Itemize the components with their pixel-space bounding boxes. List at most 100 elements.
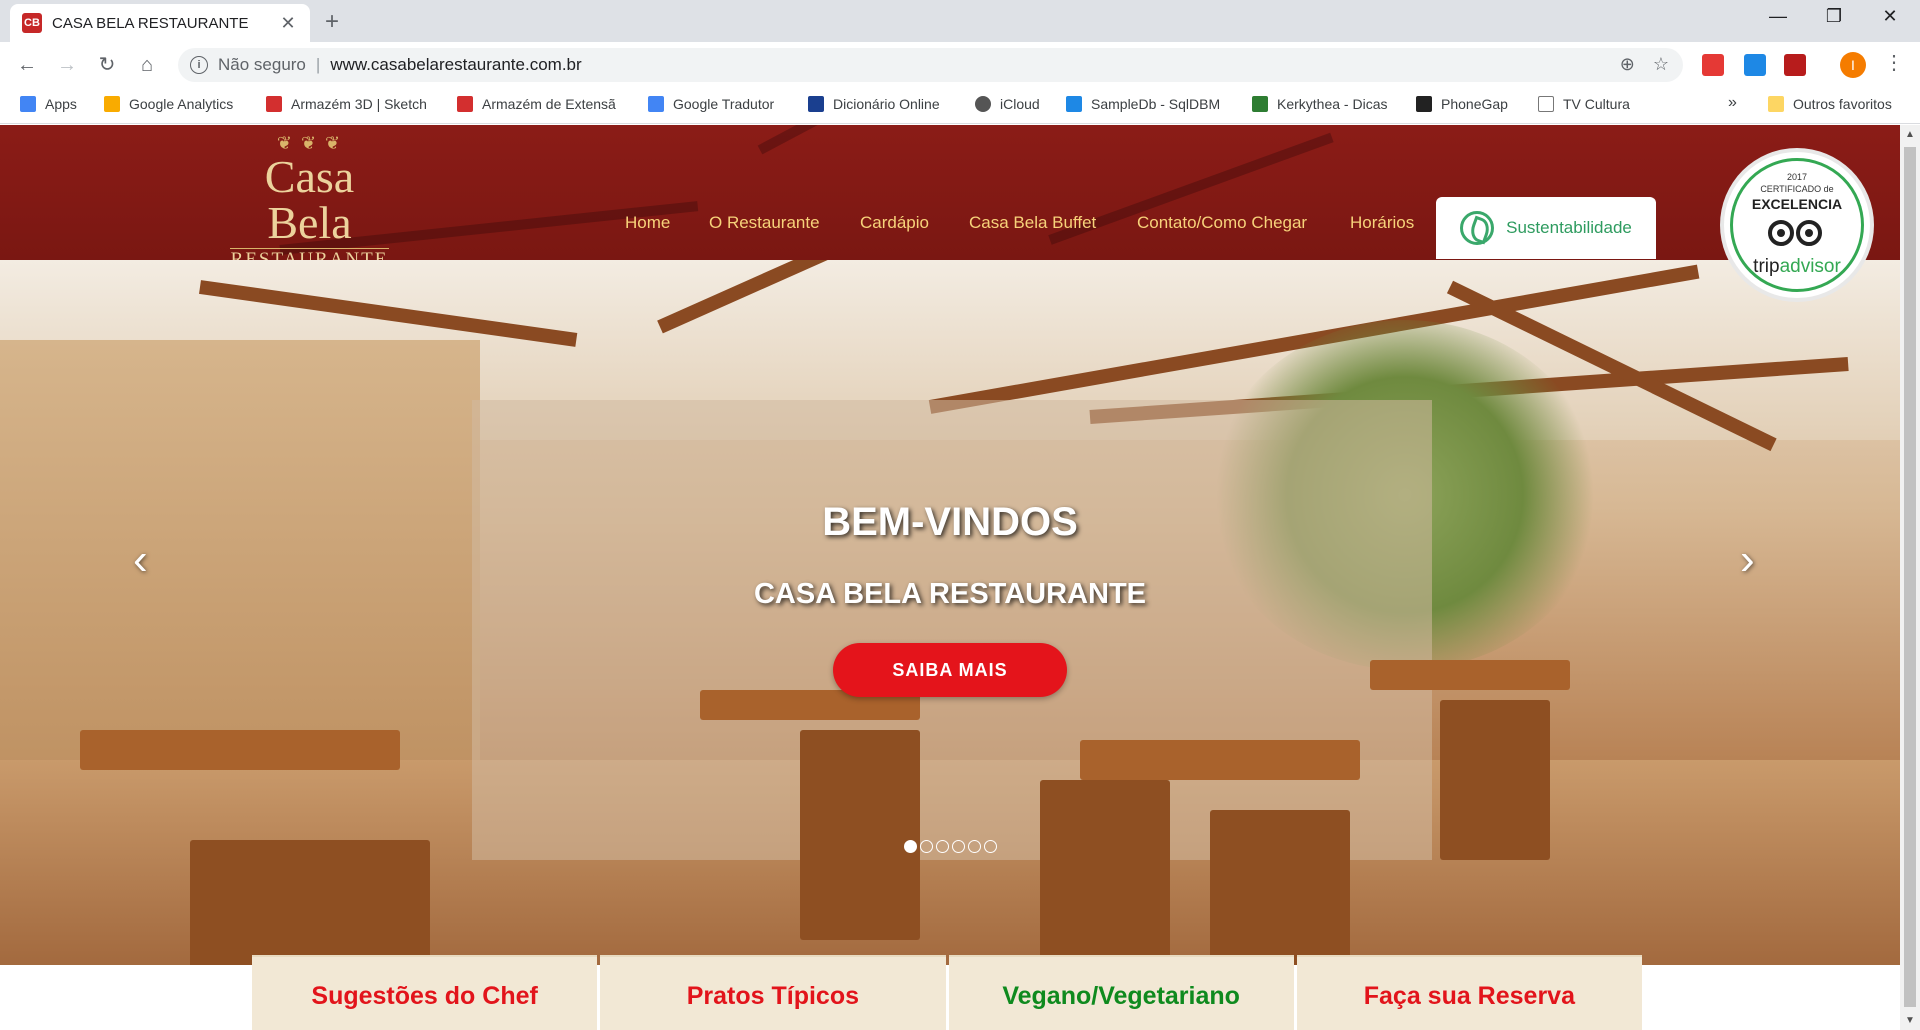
site-favicon-icon: CB — [22, 13, 42, 33]
bookmark-tv-cultura[interactable]: TV Cultura — [1538, 96, 1630, 112]
nav-contato-como-chegar[interactable]: Contato/Como Chegar — [1137, 213, 1307, 233]
bookmark-label: PhoneGap — [1441, 96, 1508, 112]
info-icon[interactable]: i — [190, 56, 208, 74]
translate-icon[interactable]: ⊕ — [1620, 54, 1635, 75]
address-separator: | — [315, 55, 321, 74]
page-icon — [1538, 96, 1554, 112]
bookmark-armazem-extensoes[interactable]: Armazém de Extensã — [457, 96, 616, 112]
bookmark-dicionario[interactable]: Dicionário Online — [808, 96, 940, 112]
extension-lastpass-icon[interactable] — [1702, 54, 1724, 76]
new-tab-button[interactable]: + — [325, 8, 339, 36]
bookmark-label: Armazém 3D | Sketch — [291, 96, 427, 112]
carousel-dot[interactable] — [952, 840, 965, 853]
bookmark-label: Google Tradutor — [673, 96, 775, 112]
nav-sustentabilidade[interactable]: Sustentabilidade — [1436, 197, 1656, 259]
category-sugestoes-do-chef[interactable]: Sugestões do Chef — [252, 955, 598, 1030]
extension-download-icon[interactable] — [1744, 54, 1766, 76]
hero-subtitle: CASA BELA RESTAURANTE — [753, 578, 1147, 610]
close-tab-icon[interactable]: ✕ — [278, 13, 298, 34]
bookmark-label: SampleDb - SqlDBM — [1091, 96, 1221, 112]
apple-icon — [975, 96, 991, 112]
saiba-mais-button[interactable]: SAIBA MAIS — [833, 643, 1067, 697]
bookmark-sampledb[interactable]: SampleDb - SqlDBM — [1066, 96, 1220, 112]
other-bookmarks[interactable]: Outros favoritos — [1768, 96, 1892, 112]
home-icon[interactable]: ⌂ — [134, 52, 160, 78]
carousel-dot[interactable] — [968, 840, 981, 853]
hero-table — [1080, 740, 1360, 780]
carousel-dot[interactable] — [904, 840, 917, 853]
carousel-dot[interactable] — [936, 840, 949, 853]
extension-pdf-icon[interactable] — [1784, 54, 1806, 76]
badge-brand-prefix: trip — [1753, 256, 1780, 277]
bookmark-star-icon[interactable]: ☆ — [1653, 54, 1669, 75]
category-faca-sua-reserva[interactable]: Faça sua Reserva — [1296, 955, 1642, 1030]
bookmark-label: Dicionário Online — [833, 96, 940, 112]
browser-menu-icon[interactable]: ⋮ — [1884, 50, 1904, 75]
logo-main-text: Casa Bela — [264, 151, 355, 248]
sketchup-icon — [457, 96, 473, 112]
phonegap-icon — [1416, 96, 1432, 112]
nav-o-restaurante[interactable]: O Restaurante — [709, 213, 820, 233]
apps-grid-icon — [20, 96, 36, 112]
hero-glass-panel — [472, 400, 1432, 860]
header-decor-beam — [757, 125, 1010, 155]
carousel-next-icon[interactable]: › — [1740, 535, 1755, 585]
restore-icon[interactable]: ❐ — [1814, 6, 1854, 27]
bookmark-google-tradutor[interactable]: Google Tradutor — [648, 96, 774, 112]
bookmark-google-analytics[interactable]: Google Analytics — [104, 96, 233, 112]
profile-avatar[interactable]: I — [1840, 52, 1866, 78]
url-text[interactable]: www.casabelarestaurante.com.br — [330, 55, 581, 75]
browser-tab[interactable]: CB CASA BELA RESTAURANTE ✕ — [10, 4, 310, 42]
sustentabilidade-label: Sustentabilidade — [1506, 218, 1632, 237]
bookmark-apps[interactable]: Apps — [20, 96, 77, 112]
bookmark-icloud[interactable]: iCloud — [975, 96, 1040, 112]
back-icon[interactable]: ← — [14, 52, 40, 78]
hero-chair — [190, 840, 430, 965]
minimize-icon[interactable]: — — [1758, 6, 1798, 27]
carousel-prev-icon[interactable]: ‹ — [133, 535, 148, 585]
leaf-icon — [1460, 211, 1495, 245]
carousel-dot[interactable] — [984, 840, 997, 853]
dictionary-icon — [808, 96, 824, 112]
nav-casa-bela-buffet[interactable]: Casa Bela Buffet — [969, 213, 1096, 233]
badge-excellence: EXCELENCIA — [1751, 196, 1843, 212]
category-tiles: Sugestões do Chef Pratos Típicos Vegano/… — [252, 955, 1642, 1030]
hero-chair — [800, 730, 920, 940]
scroll-down-icon[interactable]: ▼ — [1900, 1015, 1920, 1026]
forward-icon[interactable]: → — [54, 52, 80, 78]
tab-title: CASA BELA RESTAURANTE — [52, 14, 249, 32]
hero-chair — [1440, 700, 1550, 860]
hero-title: BEM-VINDOS — [822, 500, 1078, 544]
bookmark-label: Apps — [45, 96, 77, 112]
carousel-indicators — [904, 840, 997, 853]
bookmark-kerkythea[interactable]: Kerkythea - Dicas — [1252, 96, 1387, 112]
other-bookmarks-label: Outros favoritos — [1793, 96, 1892, 112]
close-window-icon[interactable]: ✕ — [1870, 6, 1910, 27]
nav-cardapio[interactable]: Cardápio — [860, 213, 929, 233]
bookmark-label: TV Cultura — [1563, 96, 1630, 112]
category-pratos-tipicos[interactable]: Pratos Típicos — [600, 955, 946, 1030]
tripadvisor-badge[interactable]: 2017 CERTIFICADO de EXCELENCIA tripadvis… — [1724, 152, 1870, 298]
site-logo[interactable]: ❦ ❦ ❦ Casa Bela RESTAURANTE ❦ ❦ ❦ — [222, 133, 397, 294]
browser-toolbar: ← → ↻ ⌂ i Não seguro | www.casabelaresta… — [0, 42, 1920, 88]
hero-carousel: BEM-VINDOS CASA BELA RESTAURANTE SAIBA M… — [0, 260, 1900, 965]
bookmark-armazem-3d[interactable]: Armazém 3D | Sketch — [266, 96, 427, 112]
page-scrollbar[interactable]: ▲ ▼ — [1900, 125, 1920, 1030]
nav-horarios[interactable]: Horários — [1350, 213, 1414, 233]
bookmark-label: iCloud — [1000, 96, 1040, 112]
bookmark-phonegap[interactable]: PhoneGap — [1416, 96, 1508, 112]
reload-icon[interactable]: ↻ — [94, 52, 120, 78]
folder-icon — [1768, 96, 1784, 112]
hero-table — [1370, 660, 1570, 690]
scroll-thumb[interactable] — [1904, 147, 1916, 1007]
web-page: ❦ ❦ ❦ Casa Bela RESTAURANTE ❦ ❦ ❦ Home O… — [0, 125, 1900, 1030]
address-bar[interactable]: i Não seguro | www.casabelarestaurante.c… — [178, 48, 1683, 82]
scroll-up-icon[interactable]: ▲ — [1900, 129, 1920, 140]
bookmarks-overflow-icon[interactable]: » — [1728, 94, 1737, 112]
carousel-dot[interactable] — [920, 840, 933, 853]
bookmark-label: Google Analytics — [129, 96, 234, 112]
category-vegano-vegetariano[interactable]: Vegano/Vegetariano — [948, 955, 1294, 1030]
nav-home[interactable]: Home — [625, 213, 670, 233]
security-label: Não seguro — [218, 55, 306, 74]
hero-table — [80, 730, 400, 770]
